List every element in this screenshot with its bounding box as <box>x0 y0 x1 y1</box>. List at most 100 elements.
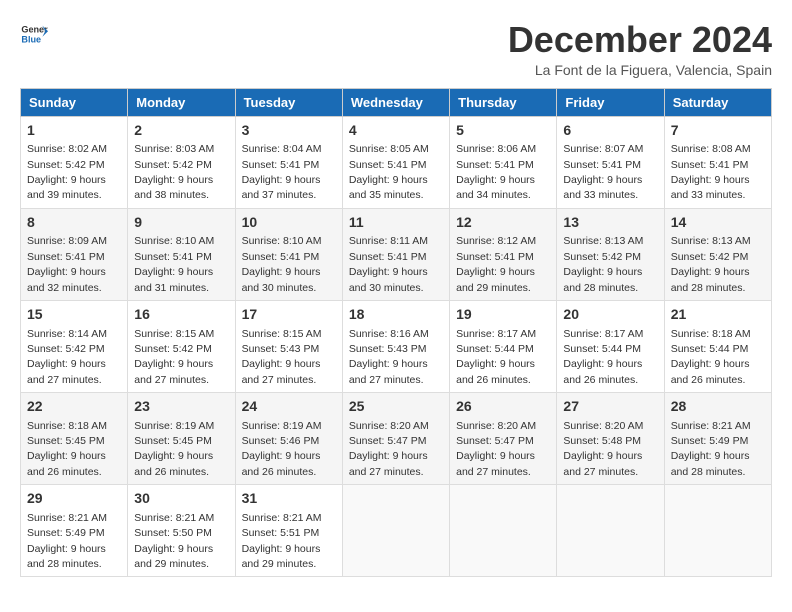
day-number: 12 <box>456 213 550 233</box>
day-number: 28 <box>671 397 765 417</box>
day-number: 3 <box>242 121 336 141</box>
day-number: 11 <box>349 213 443 233</box>
day-info: Sunrise: 8:20 AMSunset: 5:48 PMDaylight:… <box>563 420 643 478</box>
day-number: 9 <box>134 213 228 233</box>
day-info: Sunrise: 8:15 AMSunset: 5:43 PMDaylight:… <box>242 328 322 386</box>
day-info: Sunrise: 8:19 AMSunset: 5:46 PMDaylight:… <box>242 420 322 478</box>
day-number: 17 <box>242 305 336 325</box>
day-info: Sunrise: 8:07 AMSunset: 5:41 PMDaylight:… <box>563 143 643 201</box>
calendar-cell <box>557 485 664 577</box>
day-info: Sunrise: 8:13 AMSunset: 5:42 PMDaylight:… <box>671 235 751 293</box>
calendar-cell: 7 Sunrise: 8:08 AMSunset: 5:41 PMDayligh… <box>664 116 771 208</box>
day-info: Sunrise: 8:21 AMSunset: 5:49 PMDaylight:… <box>671 420 751 478</box>
day-info: Sunrise: 8:12 AMSunset: 5:41 PMDaylight:… <box>456 235 536 293</box>
day-number: 24 <box>242 397 336 417</box>
day-info: Sunrise: 8:21 AMSunset: 5:49 PMDaylight:… <box>27 512 107 570</box>
calendar-cell: 25 Sunrise: 8:20 AMSunset: 5:47 PMDaylig… <box>342 393 449 485</box>
day-info: Sunrise: 8:17 AMSunset: 5:44 PMDaylight:… <box>456 328 536 386</box>
calendar-cell: 30 Sunrise: 8:21 AMSunset: 5:50 PMDaylig… <box>128 485 235 577</box>
day-info: Sunrise: 8:05 AMSunset: 5:41 PMDaylight:… <box>349 143 429 201</box>
day-number: 8 <box>27 213 121 233</box>
calendar-cell: 19 Sunrise: 8:17 AMSunset: 5:44 PMDaylig… <box>450 300 557 392</box>
calendar-cell: 10 Sunrise: 8:10 AMSunset: 5:41 PMDaylig… <box>235 208 342 300</box>
calendar-cell: 16 Sunrise: 8:15 AMSunset: 5:42 PMDaylig… <box>128 300 235 392</box>
calendar-cell: 21 Sunrise: 8:18 AMSunset: 5:44 PMDaylig… <box>664 300 771 392</box>
header-friday: Friday <box>557 88 664 116</box>
day-number: 19 <box>456 305 550 325</box>
calendar-cell: 5 Sunrise: 8:06 AMSunset: 5:41 PMDayligh… <box>450 116 557 208</box>
calendar-cell <box>664 485 771 577</box>
calendar-cell: 12 Sunrise: 8:12 AMSunset: 5:41 PMDaylig… <box>450 208 557 300</box>
day-number: 27 <box>563 397 657 417</box>
calendar-week-4: 22 Sunrise: 8:18 AMSunset: 5:45 PMDaylig… <box>21 393 772 485</box>
header-sunday: Sunday <box>21 88 128 116</box>
calendar-cell: 8 Sunrise: 8:09 AMSunset: 5:41 PMDayligh… <box>21 208 128 300</box>
day-number: 10 <box>242 213 336 233</box>
day-number: 31 <box>242 489 336 509</box>
day-number: 4 <box>349 121 443 141</box>
month-title: December 2024 <box>508 20 772 60</box>
calendar-week-3: 15 Sunrise: 8:14 AMSunset: 5:42 PMDaylig… <box>21 300 772 392</box>
calendar-week-2: 8 Sunrise: 8:09 AMSunset: 5:41 PMDayligh… <box>21 208 772 300</box>
calendar-cell: 13 Sunrise: 8:13 AMSunset: 5:42 PMDaylig… <box>557 208 664 300</box>
calendar-cell <box>342 485 449 577</box>
day-number: 25 <box>349 397 443 417</box>
calendar-header-row: SundayMondayTuesdayWednesdayThursdayFrid… <box>21 88 772 116</box>
header-wednesday: Wednesday <box>342 88 449 116</box>
calendar-cell: 27 Sunrise: 8:20 AMSunset: 5:48 PMDaylig… <box>557 393 664 485</box>
day-number: 7 <box>671 121 765 141</box>
calendar-cell: 17 Sunrise: 8:15 AMSunset: 5:43 PMDaylig… <box>235 300 342 392</box>
day-number: 29 <box>27 489 121 509</box>
day-info: Sunrise: 8:21 AMSunset: 5:50 PMDaylight:… <box>134 512 214 570</box>
day-number: 20 <box>563 305 657 325</box>
day-info: Sunrise: 8:15 AMSunset: 5:42 PMDaylight:… <box>134 328 214 386</box>
header-tuesday: Tuesday <box>235 88 342 116</box>
day-number: 5 <box>456 121 550 141</box>
day-number: 21 <box>671 305 765 325</box>
calendar-cell: 26 Sunrise: 8:20 AMSunset: 5:47 PMDaylig… <box>450 393 557 485</box>
day-number: 13 <box>563 213 657 233</box>
day-number: 2 <box>134 121 228 141</box>
calendar-cell: 14 Sunrise: 8:13 AMSunset: 5:42 PMDaylig… <box>664 208 771 300</box>
day-info: Sunrise: 8:16 AMSunset: 5:43 PMDaylight:… <box>349 328 429 386</box>
header-saturday: Saturday <box>664 88 771 116</box>
svg-text:General: General <box>21 25 48 35</box>
day-info: Sunrise: 8:14 AMSunset: 5:42 PMDaylight:… <box>27 328 107 386</box>
calendar-week-1: 1 Sunrise: 8:02 AMSunset: 5:42 PMDayligh… <box>21 116 772 208</box>
calendar-cell: 23 Sunrise: 8:19 AMSunset: 5:45 PMDaylig… <box>128 393 235 485</box>
day-info: Sunrise: 8:04 AMSunset: 5:41 PMDaylight:… <box>242 143 322 201</box>
calendar-cell: 31 Sunrise: 8:21 AMSunset: 5:51 PMDaylig… <box>235 485 342 577</box>
day-info: Sunrise: 8:11 AMSunset: 5:41 PMDaylight:… <box>349 235 428 293</box>
calendar-cell: 11 Sunrise: 8:11 AMSunset: 5:41 PMDaylig… <box>342 208 449 300</box>
day-info: Sunrise: 8:20 AMSunset: 5:47 PMDaylight:… <box>349 420 429 478</box>
calendar-cell: 2 Sunrise: 8:03 AMSunset: 5:42 PMDayligh… <box>128 116 235 208</box>
location: La Font de la Figuera, Valencia, Spain <box>508 62 772 78</box>
calendar-cell: 1 Sunrise: 8:02 AMSunset: 5:42 PMDayligh… <box>21 116 128 208</box>
day-info: Sunrise: 8:18 AMSunset: 5:44 PMDaylight:… <box>671 328 751 386</box>
day-info: Sunrise: 8:21 AMSunset: 5:51 PMDaylight:… <box>242 512 322 570</box>
day-info: Sunrise: 8:18 AMSunset: 5:45 PMDaylight:… <box>27 420 107 478</box>
day-info: Sunrise: 8:10 AMSunset: 5:41 PMDaylight:… <box>134 235 214 293</box>
day-number: 16 <box>134 305 228 325</box>
calendar-cell: 6 Sunrise: 8:07 AMSunset: 5:41 PMDayligh… <box>557 116 664 208</box>
day-info: Sunrise: 8:17 AMSunset: 5:44 PMDaylight:… <box>563 328 643 386</box>
calendar-cell: 15 Sunrise: 8:14 AMSunset: 5:42 PMDaylig… <box>21 300 128 392</box>
calendar-week-5: 29 Sunrise: 8:21 AMSunset: 5:49 PMDaylig… <box>21 485 772 577</box>
calendar-cell: 3 Sunrise: 8:04 AMSunset: 5:41 PMDayligh… <box>235 116 342 208</box>
header-thursday: Thursday <box>450 88 557 116</box>
day-number: 1 <box>27 121 121 141</box>
calendar-cell <box>450 485 557 577</box>
day-info: Sunrise: 8:13 AMSunset: 5:42 PMDaylight:… <box>563 235 643 293</box>
calendar-cell: 24 Sunrise: 8:19 AMSunset: 5:46 PMDaylig… <box>235 393 342 485</box>
calendar-table: SundayMondayTuesdayWednesdayThursdayFrid… <box>20 88 772 578</box>
day-number: 18 <box>349 305 443 325</box>
day-info: Sunrise: 8:03 AMSunset: 5:42 PMDaylight:… <box>134 143 214 201</box>
day-number: 14 <box>671 213 765 233</box>
calendar-cell: 28 Sunrise: 8:21 AMSunset: 5:49 PMDaylig… <box>664 393 771 485</box>
calendar-cell: 9 Sunrise: 8:10 AMSunset: 5:41 PMDayligh… <box>128 208 235 300</box>
day-info: Sunrise: 8:06 AMSunset: 5:41 PMDaylight:… <box>456 143 536 201</box>
calendar-cell: 20 Sunrise: 8:17 AMSunset: 5:44 PMDaylig… <box>557 300 664 392</box>
calendar-cell: 22 Sunrise: 8:18 AMSunset: 5:45 PMDaylig… <box>21 393 128 485</box>
day-info: Sunrise: 8:02 AMSunset: 5:42 PMDaylight:… <box>27 143 107 201</box>
day-number: 22 <box>27 397 121 417</box>
